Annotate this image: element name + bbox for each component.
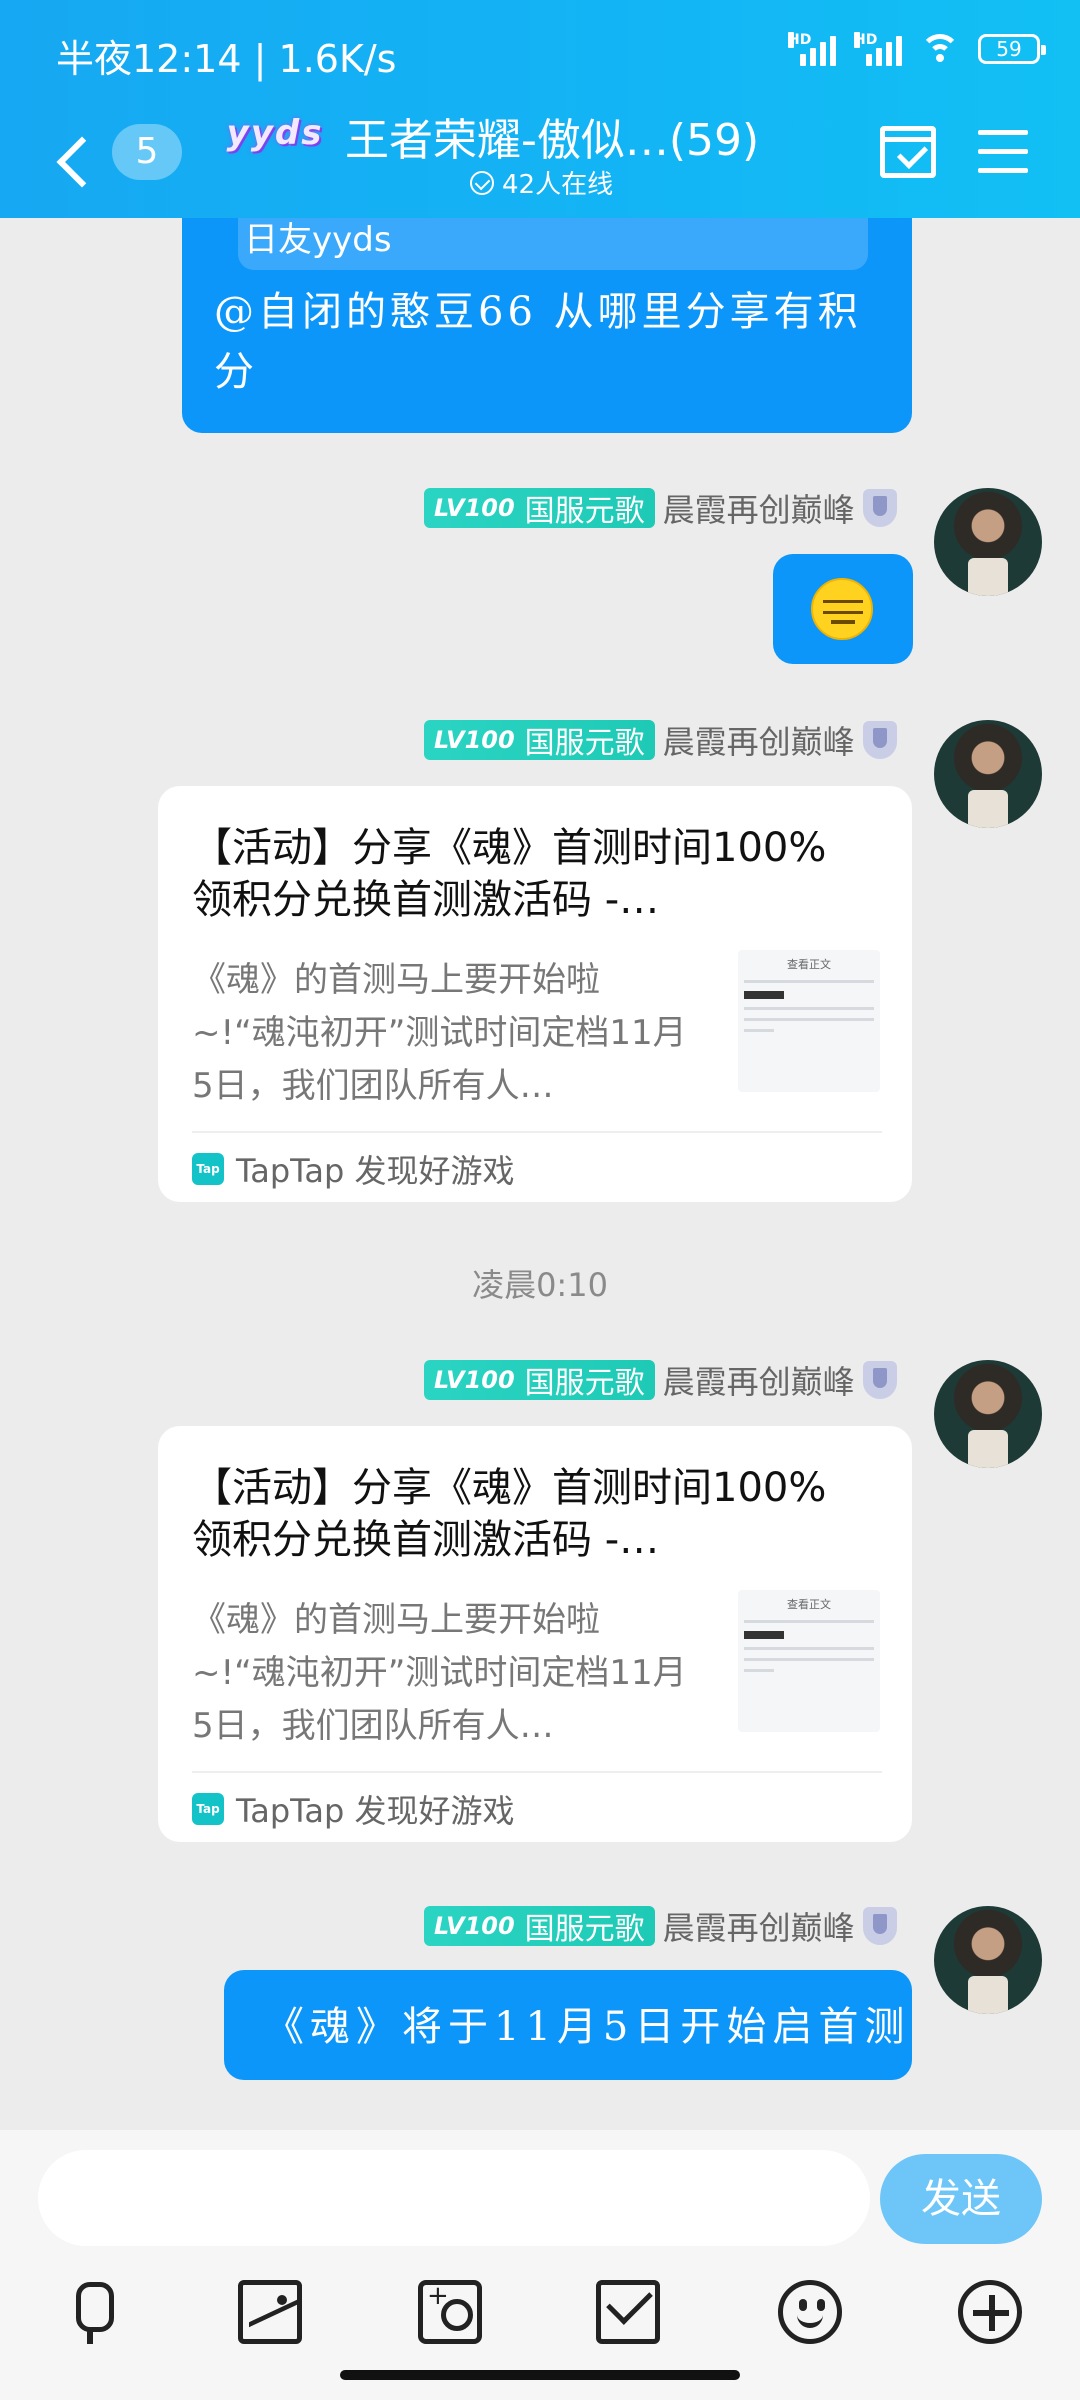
red-packet-icon[interactable] [596,2280,660,2344]
message-input[interactable] [38,2150,870,2246]
shield-icon [862,489,897,527]
send-button[interactable]: 发送 [880,2154,1042,2244]
input-toolbar [0,2280,1080,2360]
plus-icon[interactable] [958,2280,1022,2344]
avatar[interactable] [934,488,1042,596]
chat-area[interactable]: 日友yyds @自闭的憨豆66 从哪里分享有积分 LV100 国服元歌 晨霞再创巅… [0,218,1080,2130]
card-description: 《魂》的首测马上要开始啦~!“魂沌初开”测试时间定档11月5日，我们团队所有人… [192,1600,687,1746]
network-speed: 1.6K/s [278,37,397,81]
share-card[interactable]: 【活动】分享《魂》首测时间100%领积分兑换首测激活码 -… 《魂》的首测马上要… [158,1426,912,1842]
message-bubble[interactable]: 《魂》将于11月5日开始启首测 [224,1970,912,2080]
status-time: 半夜12:14 | 1.6K/s [56,28,396,83]
level-badge: LV100 国服元歌 [424,1906,655,1947]
card-title: 【活动】分享《魂》首测时间100%领积分兑换首测激活码 -… [192,1465,827,1563]
taptap-icon: Tap [192,1153,224,1185]
level-badge: LV100 国服元歌 [424,488,655,529]
calendar-check-icon[interactable] [880,126,936,178]
online-check-icon [470,170,494,195]
level-badge: LV100 国服元歌 [424,1360,655,1401]
message-text: 《魂》将于11月5日开始启首测 [264,2004,911,2050]
status-icons: HD HD 59 [788,32,1046,66]
nav-bar: 5 yyds 王者荣耀-傲似…(59) 42人在线 [0,108,1080,218]
message-bubble[interactable]: 日友yyds @自闭的憨豆66 从哪里分享有积分 [182,218,912,433]
shield-icon [862,1361,897,1399]
sender-meta: LV100 国服元歌 晨霞再创巅峰 [424,486,897,530]
sender-nickname[interactable]: 晨霞再创巅峰 [663,485,855,531]
card-description: 《魂》的首测马上要开始啦~!“魂沌初开”测试时间定档11月5日，我们团队所有人… [192,960,687,1106]
status-bar: 半夜12:14 | 1.6K/s HD HD 59 [0,0,1080,110]
online-count: 42人在线 [502,170,614,200]
source-label: TapTap 发现好游戏 [236,1152,515,1190]
emoji-icon[interactable] [778,2280,842,2344]
divider [192,1771,882,1773]
sender-meta: LV100 国服元歌 晨霞再创巅峰 [424,1904,897,1948]
unread-badge[interactable]: 5 [112,124,182,180]
wifi-icon [920,34,960,64]
back-icon[interactable] [50,132,100,192]
battery-icon: 59 [978,34,1046,64]
separator: | [253,37,267,81]
card-title: 【活动】分享《魂》首测时间100%领积分兑换首测激活码 -… [192,825,827,923]
card-source: Tap TapTap 发现好游戏 [192,1144,515,1194]
taptap-icon: Tap [192,1793,224,1825]
clock: 半夜12:14 [56,37,242,81]
share-card[interactable]: 【活动】分享《魂》首测时间100%领积分兑换首测激活码 -… 《魂》的首测马上要… [158,786,912,1202]
avatar[interactable] [934,1906,1042,2014]
sticker-message[interactable] [773,554,913,664]
quoted-text: 日友yyds [244,220,392,260]
signal-icon: HD [788,32,836,66]
divider [192,1131,882,1133]
card-thumbnail: 查看正文 [738,950,880,1092]
microphone-icon[interactable] [58,2280,122,2344]
level-badge: LV100 国服元歌 [424,720,655,761]
card-thumbnail: 查看正文 [738,1590,880,1732]
source-label: TapTap 发现好游戏 [236,1792,515,1830]
online-status: 42人在线 [470,164,613,201]
shield-icon [862,1907,897,1945]
sender-nickname[interactable]: 晨霞再创巅峰 [663,717,855,763]
avatar[interactable] [934,1360,1042,1468]
group-title[interactable]: 王者荣耀-傲似…(59) [345,104,759,168]
image-icon[interactable] [238,2280,302,2344]
sender-nickname[interactable]: 晨霞再创巅峰 [663,1903,855,1949]
input-area: 发送 [0,2130,1080,2400]
mention-text: @自闭的憨豆66 从哪里分享有积分 [214,289,862,395]
emoji-icon [811,578,873,640]
sender-meta: LV100 国服元歌 晨霞再创巅峰 [424,718,897,762]
sender-nickname[interactable]: 晨霞再创巅峰 [663,1357,855,1403]
avatar[interactable] [934,720,1042,828]
quoted-message: 日友yyds [238,218,868,270]
shield-icon [862,721,897,759]
home-indicator[interactable] [340,2370,740,2380]
camera-icon[interactable] [418,2280,482,2344]
time-divider: 凌晨0:10 [472,1266,608,1304]
card-source: Tap TapTap 发现好游戏 [192,1784,515,1834]
menu-icon[interactable] [978,130,1028,174]
group-logo: yyds [226,113,324,153]
sender-meta: LV100 国服元歌 晨霞再创巅峰 [424,1358,897,1402]
chat-header: 半夜12:14 | 1.6K/s HD HD 59 5 yyds 王者荣耀-傲似… [0,0,1080,218]
signal-icon-2: HD [854,32,902,66]
